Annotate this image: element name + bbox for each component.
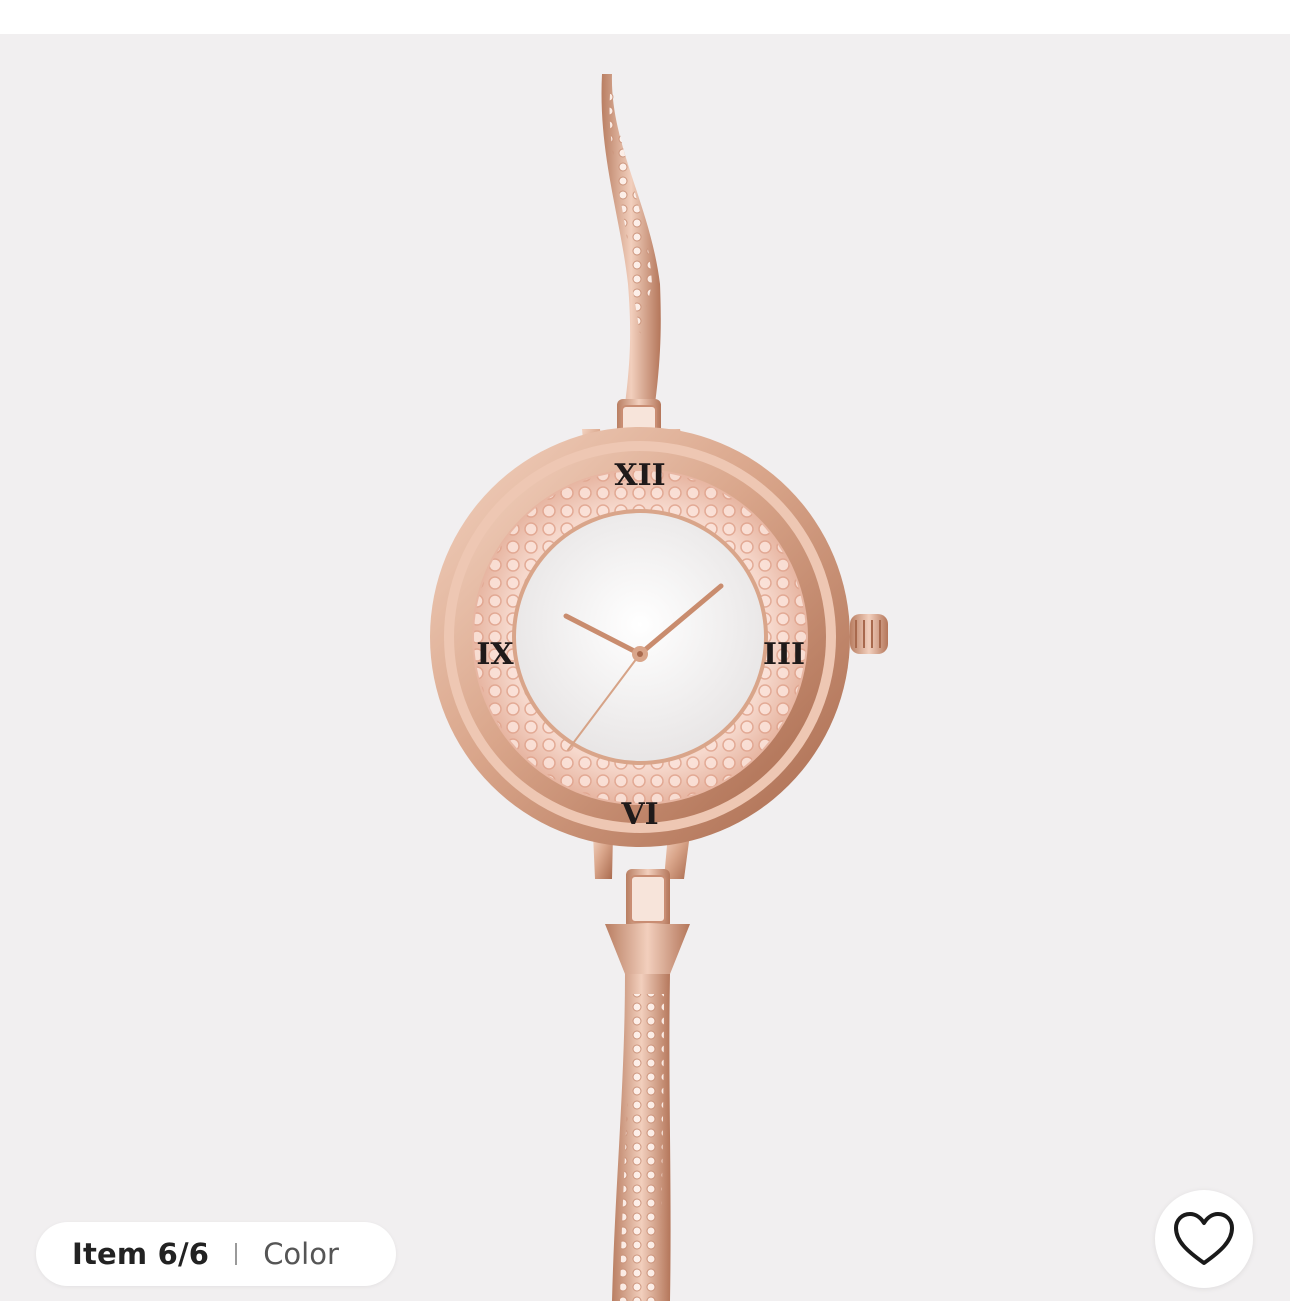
numeral-xii: XII	[614, 458, 665, 493]
variant-label: Color	[263, 1237, 339, 1271]
lower-bracelet	[605, 869, 690, 1301]
favorite-button[interactable]	[1155, 1190, 1253, 1288]
heart-outline-icon	[1174, 1212, 1234, 1265]
divider	[235, 1243, 238, 1265]
gallery-position-pill: Item 6/6 Color	[36, 1222, 396, 1286]
item-counter: Item 6/6	[72, 1237, 210, 1271]
numeral-iii: III	[763, 637, 805, 672]
product-gallery-page: XII III VI IX Item 6/6 Color	[0, 0, 1290, 1301]
upper-bracelet	[601, 74, 661, 459]
product-image[interactable]: XII III VI IX	[0, 34, 1290, 1301]
numeral-ix: IX	[476, 637, 514, 672]
numeral-vi: VI	[620, 797, 658, 832]
watch-illustration: XII III VI IX	[430, 74, 888, 1301]
